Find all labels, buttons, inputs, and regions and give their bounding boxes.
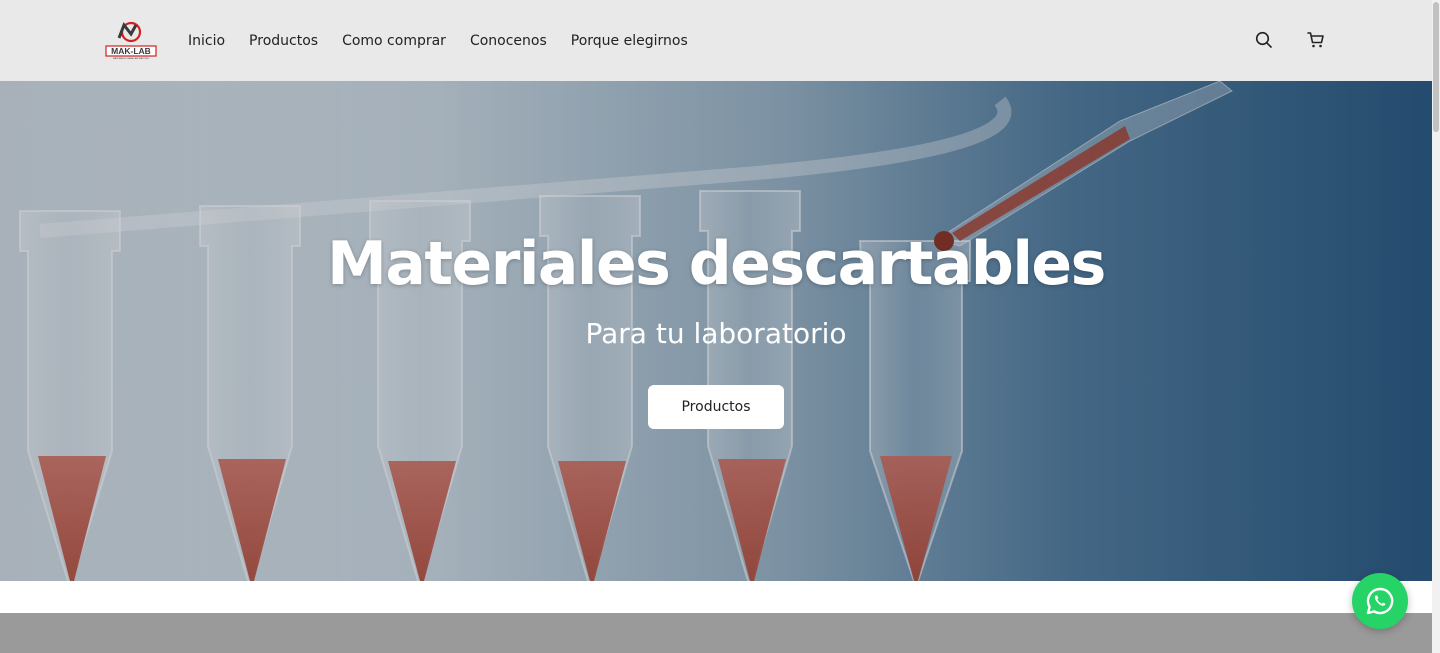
products-button[interactable]: Productos (648, 385, 784, 429)
hero-title: Materiales descartables (327, 229, 1106, 299)
next-section (0, 613, 1432, 653)
cart-icon (1307, 32, 1324, 48)
hero-subtitle: Para tu laboratorio (585, 317, 847, 350)
nav-item-como-comprar[interactable]: Como comprar (342, 33, 446, 49)
logo-tagline: MATERIALES PARA LABORATORIO (113, 57, 149, 60)
site-header: MAK-LAB MATERIALES PARA LABORATORIO Inic… (0, 0, 1432, 81)
search-button[interactable] (1254, 30, 1274, 50)
cart-button[interactable] (1306, 30, 1326, 50)
nav-item-productos[interactable]: Productos (249, 33, 318, 49)
section-spacer (0, 581, 1432, 613)
main-nav: Inicio Productos Como comprar Conocenos … (188, 0, 712, 81)
scrollbar-thumb[interactable] (1433, 2, 1439, 132)
logo-text: MAK-LAB (111, 46, 151, 56)
whatsapp-button[interactable] (1352, 573, 1408, 629)
nav-item-inicio[interactable]: Inicio (188, 33, 225, 49)
whatsapp-icon (1366, 587, 1394, 615)
nav-item-porque-elegirnos[interactable]: Porque elegirnos (571, 33, 688, 49)
search-icon (1255, 31, 1272, 48)
hero-banner: Materiales descartables Para tu laborato… (0, 81, 1432, 581)
nav-item-conocenos[interactable]: Conocenos (470, 33, 547, 49)
brand-logo[interactable]: MAK-LAB MATERIALES PARA LABORATORIO (104, 20, 158, 60)
